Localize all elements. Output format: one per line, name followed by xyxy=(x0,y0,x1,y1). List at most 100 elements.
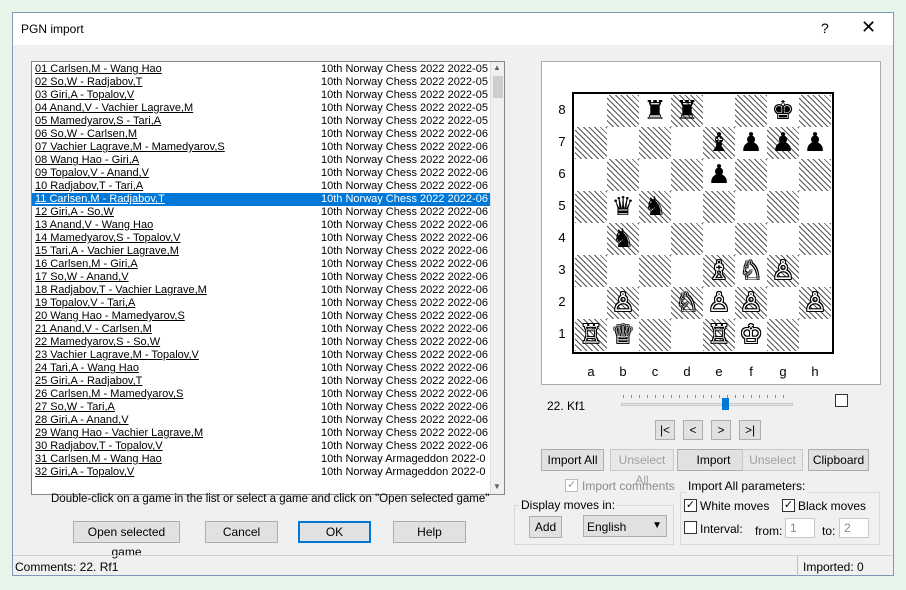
square-c1[interactable] xyxy=(639,319,671,351)
first-move-button[interactable]: |< xyxy=(655,420,675,440)
scroll-thumb[interactable] xyxy=(493,76,503,98)
chess-piece[interactable]: ♟ xyxy=(767,127,799,159)
list-item[interactable]: 07 Vachier Lagrave,M - Mamedyarov,S 10th … xyxy=(32,141,504,154)
chess-board[interactable]: ♜ ♜ ♚ ♝ ♟ ♟ ♟ ♟ ♛ ♞ ♞ ♗ ♘ ♙ ♙ ♘ ♙ ♙ ♙ ♖ ♕ ♖ ♔ xyxy=(572,92,834,354)
list-scrollbar[interactable]: ▲ ▼ xyxy=(490,62,504,494)
list-item[interactable]: 25 Giri,A - Radjabov,T 10th Norway Chess … xyxy=(32,375,504,388)
list-item[interactable]: 26 Carlsen,M - Mamedyarov,S 10th Norway C… xyxy=(32,388,504,401)
import-comments-checkbox[interactable]: ✓ xyxy=(565,479,578,492)
unselect-button[interactable]: Unselect xyxy=(742,449,803,471)
square-f3[interactable]: ♘ xyxy=(735,255,767,287)
square-g5[interactable] xyxy=(767,191,799,223)
chess-piece[interactable]: ♜ xyxy=(671,95,703,127)
square-c7[interactable] xyxy=(639,127,671,159)
black-moves-checkbox[interactable]: ✓ xyxy=(782,499,795,512)
list-item[interactable]: 15 Tari,A - Vachier Lagrave,M 10th Norway… xyxy=(32,245,504,258)
chess-piece[interactable]: ♜ xyxy=(639,95,671,127)
square-b1[interactable]: ♕ xyxy=(607,319,639,351)
square-a6[interactable] xyxy=(575,159,607,191)
import-all-button[interactable]: Import All xyxy=(541,449,604,471)
flip-board-checkbox[interactable] xyxy=(835,394,848,407)
list-item[interactable]: 17 So,W - Anand,V 10th Norway Chess 2022 … xyxy=(32,271,504,284)
cancel-button[interactable]: Cancel xyxy=(205,521,278,543)
square-c4[interactable] xyxy=(639,223,671,255)
square-g1[interactable] xyxy=(767,319,799,351)
add-button[interactable]: Add xyxy=(529,516,562,538)
square-c2[interactable] xyxy=(639,287,671,319)
square-c5[interactable]: ♞ xyxy=(639,191,671,223)
chess-piece[interactable]: ♘ xyxy=(735,255,767,287)
square-b4[interactable]: ♞ xyxy=(607,223,639,255)
list-item[interactable]: 32 Giri,A - Topalov,V 10th Norway Armaged… xyxy=(32,466,504,479)
list-item[interactable]: 05 Mamedyarov,S - Tari,A 10th Norway Ches… xyxy=(32,115,504,128)
list-item[interactable]: 06 So,W - Carlsen,M 10th Norway Chess 202… xyxy=(32,128,504,141)
square-a1[interactable]: ♖ xyxy=(575,319,607,351)
list-item[interactable]: 30 Radjabov,T - Topalov,V 10th Norway Che… xyxy=(32,440,504,453)
square-h6[interactable] xyxy=(799,159,831,191)
square-b2[interactable]: ♙ xyxy=(607,287,639,319)
list-item[interactable]: 01 Carlsen,M - Wang Hao 10th Norway Chess… xyxy=(32,63,504,76)
chess-piece[interactable]: ♙ xyxy=(799,287,831,319)
square-e2[interactable]: ♙ xyxy=(703,287,735,319)
chess-piece[interactable]: ♙ xyxy=(767,255,799,287)
square-a8[interactable] xyxy=(575,95,607,127)
scroll-up-icon[interactable]: ▲ xyxy=(493,63,501,72)
chess-piece[interactable]: ♝ xyxy=(703,127,735,159)
square-f6[interactable] xyxy=(735,159,767,191)
square-d4[interactable] xyxy=(671,223,703,255)
ok-button[interactable]: OK xyxy=(298,521,371,543)
square-b5[interactable]: ♛ xyxy=(607,191,639,223)
square-c3[interactable] xyxy=(639,255,671,287)
chess-piece[interactable]: ♙ xyxy=(703,287,735,319)
list-item[interactable]: 16 Carlsen,M - Giri,A 10th Norway Chess 2… xyxy=(32,258,504,271)
help-button[interactable]: Help xyxy=(393,521,466,543)
game-list[interactable]: 01 Carlsen,M - Wang Hao 10th Norway Chess… xyxy=(31,61,505,495)
square-d3[interactable] xyxy=(671,255,703,287)
square-a7[interactable] xyxy=(575,127,607,159)
square-d2[interactable]: ♘ xyxy=(671,287,703,319)
square-h2[interactable]: ♙ xyxy=(799,287,831,319)
scroll-down-icon[interactable]: ▼ xyxy=(493,482,501,491)
chess-piece[interactable]: ♗ xyxy=(703,255,735,287)
square-d7[interactable] xyxy=(671,127,703,159)
square-h3[interactable] xyxy=(799,255,831,287)
chess-piece[interactable]: ♟ xyxy=(799,127,831,159)
list-item[interactable]: 18 Radjabov,T - Vachier Lagrave,M 10th No… xyxy=(32,284,504,297)
square-a4[interactable] xyxy=(575,223,607,255)
list-item[interactable]: 13 Anand,V - Wang Hao 10th Norway Chess 2… xyxy=(32,219,504,232)
square-c8[interactable]: ♜ xyxy=(639,95,671,127)
square-e7[interactable]: ♝ xyxy=(703,127,735,159)
list-item[interactable]: 22 Mamedyarov,S - So,W 10th Norway Chess … xyxy=(32,336,504,349)
square-h8[interactable] xyxy=(799,95,831,127)
square-e8[interactable] xyxy=(703,95,735,127)
square-d1[interactable] xyxy=(671,319,703,351)
list-item[interactable]: 23 Vachier Lagrave,M - Topalov,V 10th Nor… xyxy=(32,349,504,362)
square-f1[interactable]: ♔ xyxy=(735,319,767,351)
list-item[interactable]: 02 So,W - Radjabov,T 10th Norway Chess 20… xyxy=(32,76,504,89)
list-item[interactable]: 04 Anand,V - Vachier Lagrave,M 10th Norwa… xyxy=(32,102,504,115)
list-item[interactable]: 10 Radjabov,T - Tari,A 10th Norway Chess … xyxy=(32,180,504,193)
square-b6[interactable] xyxy=(607,159,639,191)
list-item[interactable]: 29 Wang Hao - Vachier Lagrave,M 10th Norw… xyxy=(32,427,504,440)
chess-piece[interactable]: ♔ xyxy=(735,319,767,351)
list-item[interactable]: 12 Giri,A - So,W 10th Norway Chess 2022 2… xyxy=(32,206,504,219)
list-item[interactable]: 21 Anand,V - Carlsen,M 10th Norway Chess … xyxy=(32,323,504,336)
square-h4[interactable] xyxy=(799,223,831,255)
chess-piece[interactable]: ♟ xyxy=(735,127,767,159)
list-item[interactable]: 09 Topalov,V - Anand,V 10th Norway Chess … xyxy=(32,167,504,180)
chess-piece[interactable]: ♞ xyxy=(607,223,639,255)
list-item[interactable]: 11 Carlsen,M - Radjabov,T 10th Norway Che… xyxy=(32,193,504,206)
square-e3[interactable]: ♗ xyxy=(703,255,735,287)
square-b8[interactable] xyxy=(607,95,639,127)
list-item[interactable]: 20 Wang Hao - Mamedyarov,S 10th Norway Ch… xyxy=(32,310,504,323)
list-item[interactable]: 31 Carlsen,M - Wang Hao 10th Norway Armag… xyxy=(32,453,504,466)
square-g3[interactable]: ♙ xyxy=(767,255,799,287)
chess-piece[interactable]: ♕ xyxy=(607,319,639,351)
list-item[interactable]: 14 Mamedyarov,S - Topalov,V 10th Norway C… xyxy=(32,232,504,245)
square-a2[interactable] xyxy=(575,287,607,319)
chess-piece[interactable]: ♟ xyxy=(703,159,735,191)
square-e6[interactable]: ♟ xyxy=(703,159,735,191)
interval-checkbox[interactable] xyxy=(684,521,697,534)
square-c6[interactable] xyxy=(639,159,671,191)
last-move-button[interactable]: >| xyxy=(739,420,761,440)
